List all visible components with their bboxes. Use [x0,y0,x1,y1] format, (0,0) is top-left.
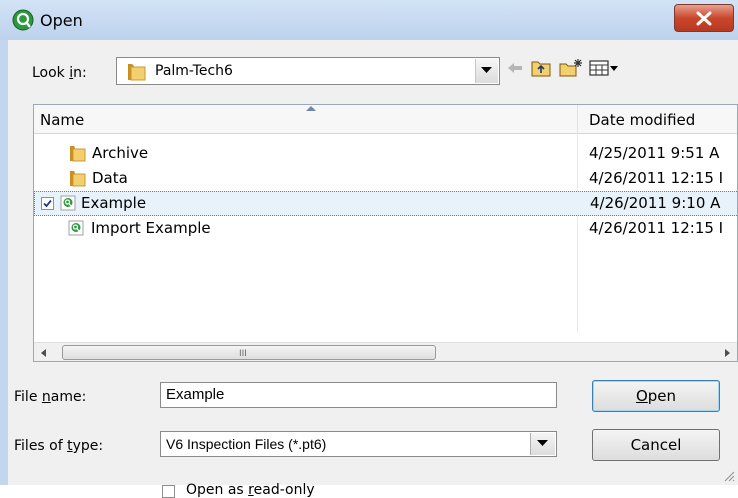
file-list[interactable]: Name Date modified Archive 4/25/2011 9:5… [33,104,738,362]
folder-icon [70,171,86,187]
file-name-input[interactable]: Example [160,382,557,408]
pt6-file-icon [60,195,76,211]
title-bar[interactable]: Open [0,0,738,40]
list-item[interactable]: Import Example 4/26/2011 12:15 I [34,216,737,241]
dialog-body: Look in: Palm-Tech6 Name Date modified A… [8,40,738,498]
view-menu-icon[interactable] [588,58,622,78]
chevron-down-icon [481,67,492,73]
file-type-select[interactable]: V6 Inspection Files (*.pt6) [160,431,557,457]
read-only-checkbox[interactable] [162,485,175,498]
scrollbar-thumb[interactable]: III [62,345,436,360]
file-type-label: Files of type: [14,438,104,454]
file-type-dropdown-button[interactable] [530,433,555,455]
up-folder-icon[interactable] [530,58,552,78]
scroll-grip: III [239,349,247,359]
read-only-label[interactable]: Open as read-only [186,482,315,498]
back-arrow-icon[interactable] [505,58,525,78]
sort-ascending-icon [306,106,316,111]
file-type-value: V6 Inspection Files (*.pt6) [166,436,327,452]
pt6-file-icon [68,220,84,236]
scroll-left-icon[interactable] [41,349,47,357]
new-folder-icon[interactable] [558,58,584,78]
resize-grip-icon[interactable] [723,470,735,482]
folder-icon [70,146,86,162]
close-icon [696,11,712,26]
list-item[interactable]: Data 4/26/2011 12:15 I [34,166,737,191]
look-in-label: Look in: [32,65,87,81]
column-header: Name Date modified [34,105,737,134]
file-date: 4/26/2011 9:10 A [590,194,721,212]
look-in-dropdown-button[interactable] [475,59,498,83]
column-divider[interactable] [577,105,578,133]
open-button[interactable]: Open [592,380,720,412]
open-dialog-window: Open Look in: Palm-Tech6 Name Date modif… [0,0,738,498]
checkmark-icon [43,199,52,208]
file-name: Example [81,194,147,212]
look-in-dropdown[interactable]: Palm-Tech6 [116,57,500,85]
file-date: 4/26/2011 12:15 I [589,169,724,187]
cancel-button[interactable]: Cancel [592,429,720,461]
chevron-down-icon [537,440,548,446]
horizontal-scrollbar[interactable]: III [34,342,737,361]
row-checkbox[interactable] [41,197,54,210]
column-date-header[interactable]: Date modified [589,111,695,129]
list-item[interactable]: Archive 4/25/2011 9:51 A [34,141,737,166]
file-name: Archive [92,144,149,162]
file-date: 4/26/2011 12:15 I [589,219,724,237]
folder-icon [128,64,146,81]
close-button[interactable] [674,4,734,32]
file-name: Data [92,169,128,187]
window-title: Open [40,11,83,30]
list-item-selected[interactable]: Example 4/26/2011 9:10 A [34,191,737,216]
scroll-right-icon[interactable] [724,349,730,357]
file-name: Import Example [91,219,211,237]
file-name-label: File name: [14,389,87,405]
app-logo-icon [12,9,34,31]
file-date: 4/25/2011 9:51 A [589,144,720,162]
look-in-value: Palm-Tech6 [155,63,233,79]
column-name-header[interactable]: Name [40,111,84,129]
